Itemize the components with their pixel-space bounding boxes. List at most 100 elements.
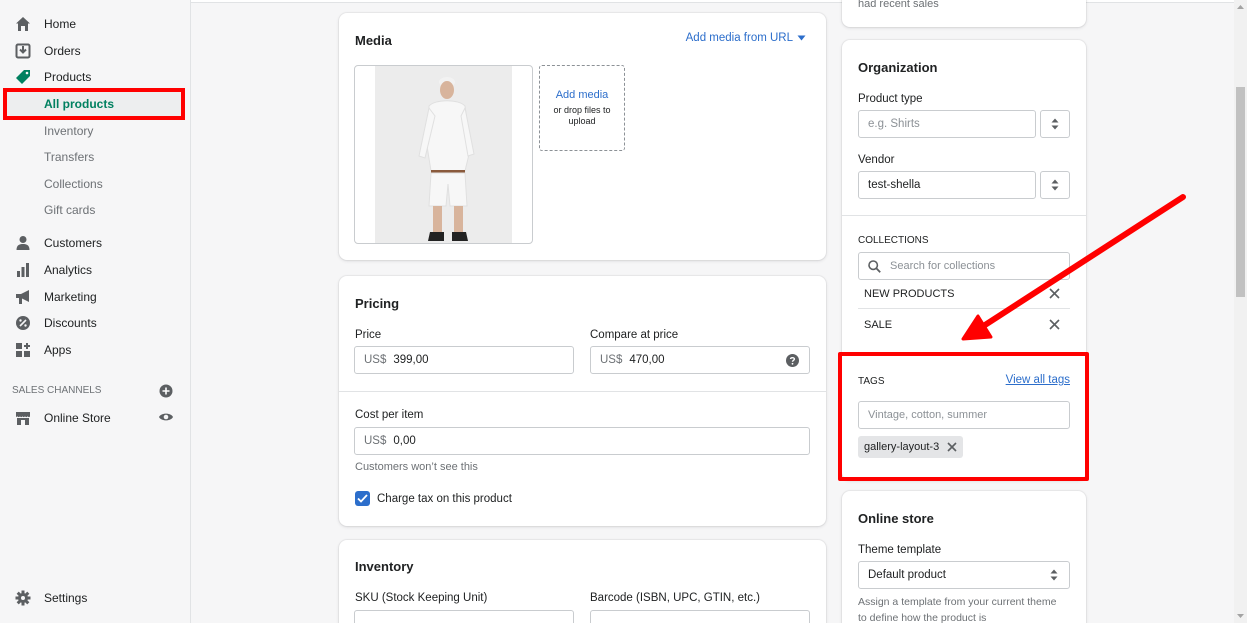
vendor-input[interactable]: test-shella xyxy=(858,171,1036,199)
media-card: Media Add media from URL Add media or dr… xyxy=(339,13,826,260)
theme-template-select[interactable]: Default product xyxy=(858,561,1070,589)
sidebar-subitem-collections[interactable]: Collections xyxy=(44,174,103,194)
online-store-title: Online store xyxy=(858,511,934,526)
collections-search-input[interactable]: Search for collections xyxy=(858,252,1070,280)
price-value: 399,00 xyxy=(393,354,429,366)
sidebar-item-settings[interactable]: Settings xyxy=(0,586,190,610)
apps-icon xyxy=(15,342,31,358)
charge-tax-label: Charge tax on this product xyxy=(377,492,512,505)
scroll-up-arrow-icon[interactable] xyxy=(1234,2,1247,12)
media-dropzone[interactable]: Add media or drop files to upload xyxy=(539,65,625,151)
scroll-down-arrow-icon[interactable] xyxy=(1234,611,1247,621)
sort-arrows-icon xyxy=(1051,179,1059,191)
sidebar-item-label: Online Store xyxy=(44,411,111,425)
currency-prefix: US$ xyxy=(364,354,387,366)
add-media-link[interactable]: Add media xyxy=(556,89,609,101)
theme-hint: Assign a template from your current them… xyxy=(858,596,1057,623)
tag-icon xyxy=(15,69,31,85)
sidebar-item-analytics[interactable]: Analytics xyxy=(0,258,190,282)
sidebar-item-label: Settings xyxy=(44,591,88,605)
sidebar-item-home[interactable]: Home xyxy=(0,12,190,36)
sidebar: Home Orders Products All products Invent… xyxy=(0,0,191,623)
inventory-title: Inventory xyxy=(355,559,414,574)
insights-card: had recent sales xyxy=(842,0,1086,27)
sidebar-item-label: Home xyxy=(44,17,77,31)
collections-heading: COLLECTIONS xyxy=(858,235,929,246)
barcode-label: Barcode (ISBN, UPC, GTIN, etc.) xyxy=(590,592,760,604)
sku-label: SKU (Stock Keeping Unit) xyxy=(355,592,488,604)
organization-title: Organization xyxy=(858,60,938,75)
sidebar-item-label: Products xyxy=(44,70,92,84)
product-type-label: Product type xyxy=(858,93,923,105)
collection-item: NEW PRODUCTS xyxy=(864,288,955,300)
compare-price-value: 470,00 xyxy=(629,354,665,366)
cost-hint: Customers won’t see this xyxy=(355,461,478,473)
remove-collection-icon[interactable] xyxy=(1049,288,1060,302)
checkmark-icon xyxy=(357,494,368,503)
currency-prefix: US$ xyxy=(600,354,623,366)
insights-text: had recent sales xyxy=(858,0,939,10)
pricing-title: Pricing xyxy=(355,296,400,311)
product-type-select-button[interactable] xyxy=(1040,110,1070,138)
sidebar-subitem-inventory[interactable]: Inventory xyxy=(44,121,93,141)
collection-item: SALE xyxy=(864,319,893,331)
compare-price-input[interactable]: US$ 470,00 xyxy=(590,346,810,374)
megaphone-icon xyxy=(15,289,31,305)
sidebar-item-products[interactable]: Products xyxy=(0,65,190,89)
sidebar-item-customers[interactable]: Customers xyxy=(0,231,190,255)
sidebar-item-label: Orders xyxy=(44,44,81,58)
sales-channels-heading: SALES CHANNELS xyxy=(12,385,102,396)
sidebar-item-discounts[interactable]: Discounts xyxy=(0,311,190,335)
help-icon[interactable] xyxy=(786,354,799,370)
cost-input[interactable]: US$ 0,00 xyxy=(354,427,810,455)
add-media-from-url-button[interactable]: Add media from URL xyxy=(686,32,806,44)
product-type-input[interactable]: e.g. Shirts xyxy=(858,110,1036,138)
sidebar-item-label: Analytics xyxy=(44,263,93,277)
page-scrollbar[interactable] xyxy=(1234,0,1247,623)
sku-input[interactable] xyxy=(354,610,574,623)
eye-icon[interactable] xyxy=(158,411,174,426)
sidebar-item-label: Apps xyxy=(44,343,72,357)
sort-arrows-icon xyxy=(1051,118,1059,130)
sidebar-subitem-transfers[interactable]: Transfers xyxy=(44,147,94,167)
organization-divider xyxy=(842,215,1086,216)
sidebar-item-apps[interactable]: Apps xyxy=(0,338,190,362)
compare-price-label: Compare at price xyxy=(590,329,679,341)
collection-divider xyxy=(858,308,1070,309)
scrollbar-thumb[interactable] xyxy=(1236,87,1245,297)
sidebar-item-marketing[interactable]: Marketing xyxy=(0,285,190,309)
store-icon xyxy=(15,410,31,426)
discount-icon xyxy=(15,315,31,331)
pricing-divider xyxy=(339,391,826,392)
online-store-card: Online store Theme template Default prod… xyxy=(842,491,1086,623)
orders-icon xyxy=(15,43,31,59)
bar-chart-icon xyxy=(15,262,31,278)
sidebar-item-label: Discounts xyxy=(44,316,97,330)
vendor-label: Vendor xyxy=(858,154,895,166)
sidebar-item-orders[interactable]: Orders xyxy=(0,39,190,63)
sidebar-item-label: Marketing xyxy=(44,290,97,304)
add-channel-icon[interactable] xyxy=(159,384,173,401)
charge-tax-checkbox[interactable] xyxy=(355,491,370,506)
theme-template-label: Theme template xyxy=(858,544,942,556)
drop-hint: or drop files to upload xyxy=(553,105,611,126)
sidebar-subitem-gift-cards[interactable]: Gift cards xyxy=(44,200,95,220)
vendor-select-button[interactable] xyxy=(1040,171,1070,199)
model-figure xyxy=(418,77,475,241)
caret-down-icon xyxy=(797,35,806,41)
pricing-card: Pricing Price US$ 399,00 Compare at pric… xyxy=(339,276,826,526)
cost-label: Cost per item xyxy=(355,409,424,421)
charge-tax-row[interactable]: Charge tax on this product xyxy=(355,491,512,506)
cost-value: 0,00 xyxy=(393,435,416,447)
annotation-box-tags xyxy=(838,352,1089,481)
media-title: Media xyxy=(355,33,392,48)
currency-prefix: US$ xyxy=(364,435,387,447)
home-icon xyxy=(15,16,31,32)
barcode-input[interactable] xyxy=(590,610,810,623)
price-label: Price xyxy=(355,329,382,341)
price-input[interactable]: US$ 399,00 xyxy=(354,346,574,374)
sidebar-item-label: Customers xyxy=(44,236,103,250)
product-image[interactable] xyxy=(354,65,533,244)
remove-collection-icon[interactable] xyxy=(1049,319,1060,333)
search-icon xyxy=(868,259,881,273)
